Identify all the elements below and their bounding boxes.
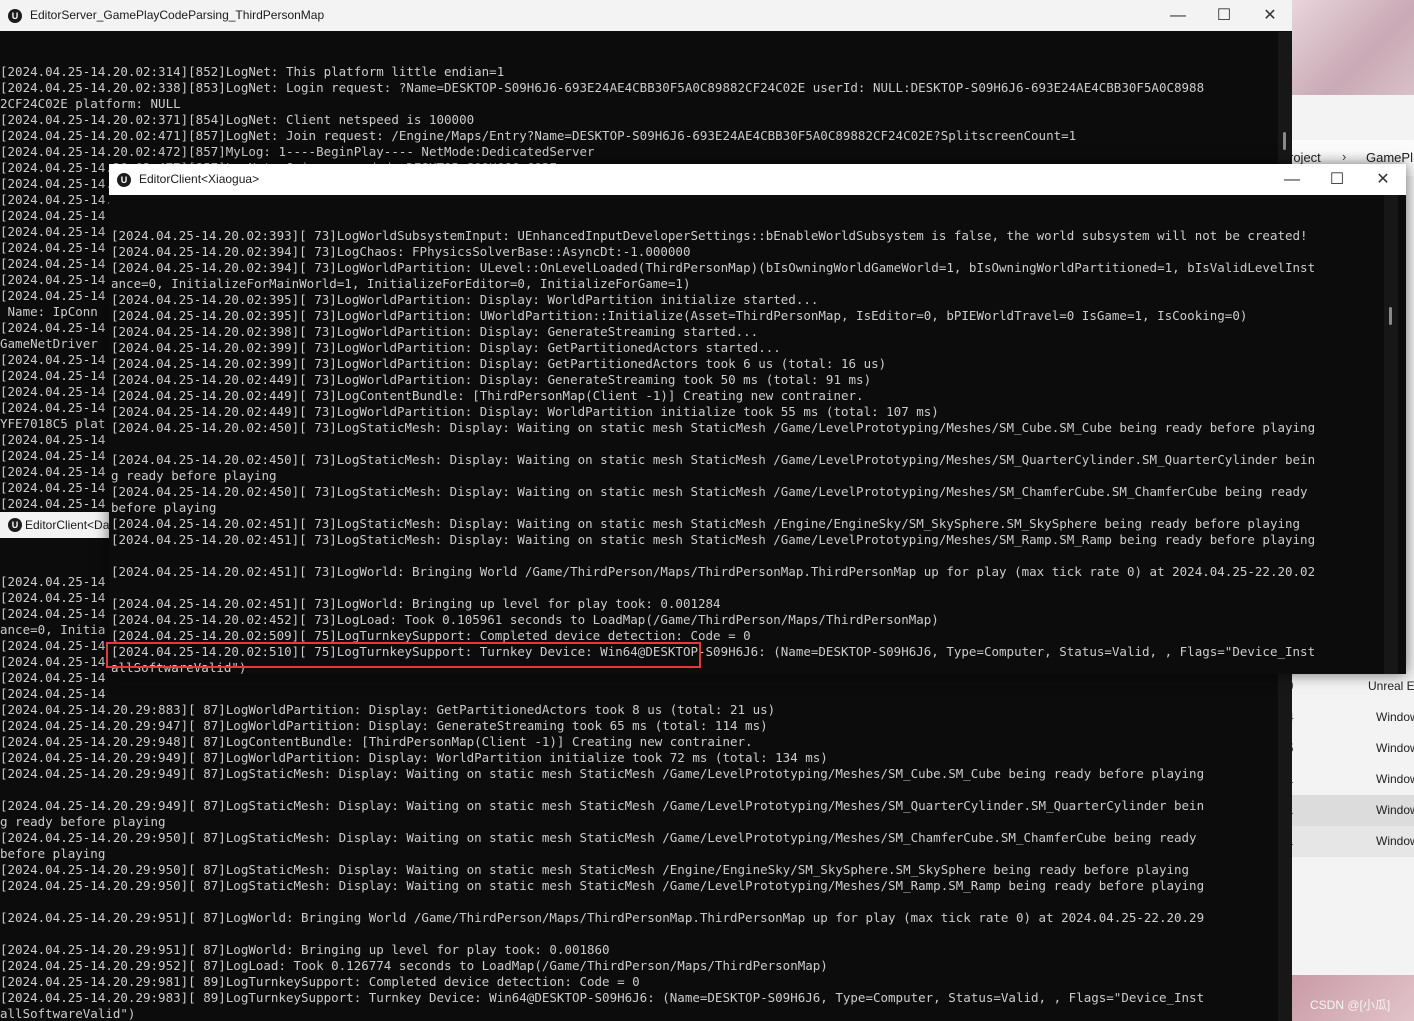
log-line: [2024.04.25-14.20.02:471][857]LogNet: Jo… (0, 128, 1077, 143)
minimize-button[interactable]: — (1155, 0, 1201, 31)
log-line: [2024.04.25-14.20.02:450][ 73]LogStaticM… (111, 484, 1308, 499)
list-item-selected[interactable]: 1Windows 拼 (1287, 795, 1414, 826)
unreal-logo-icon: U (117, 173, 131, 187)
log-line: [2024.04.25-14.20.02:394][ 73]LogWorldPa… (111, 260, 1316, 275)
list-item[interactable]: 4Windows 拼 (1287, 702, 1414, 733)
client-console-output: [2024.04.25-14.20.02:393][ 73]LogWorldSu… (111, 196, 1388, 674)
log-line: [2024.04.25-14.20.02:451][ 73]LogWorld: … (111, 596, 721, 611)
log-line: [2024.04.25-14.20.29:983][ 89]LogTurnkey… (0, 990, 1205, 1005)
log-line: [2024.04.25-14.20.02:399][ 73]LogWorldPa… (111, 356, 887, 371)
breadcrumb-item-gameplay[interactable]: GamePl (1366, 150, 1413, 165)
log-line: [2024.04.25-14.20.02:398][ 73]LogWorldPa… (111, 324, 759, 339)
log-line: [2024.04.25-14.20.02:449][ 73]LogWorldPa… (111, 404, 939, 419)
log-line: [2024.04.25-14.20.02:450][ 73]LogStaticM… (111, 420, 1316, 435)
log-line: [2024.04.25-14.20.29:950][ 87]LogStaticM… (0, 830, 1197, 845)
file-list: 9Unreal Eng 4Windows 拼 5Windows 拼 1Windo… (1287, 671, 1414, 857)
log-line: allSoftwareValid") (0, 1006, 136, 1021)
log-line: [2024.04.25-14.20.29:949][ 87]LogStaticM… (0, 766, 1205, 781)
log-line: [2024.04.25-14.20.02:393][ 73]LogWorldSu… (111, 228, 1308, 243)
log-line: [2024.04.25-14.20.02:399][ 73]LogWorldPa… (111, 340, 781, 355)
log-line: [2024.04.25-14.20.02:452][ 73]LogLoad: T… (111, 612, 939, 627)
log-line: [2024.04.25-14.20.29:883][ 87]LogWorldPa… (0, 702, 776, 717)
server-window-title: EditorServer_GamePlayCodeParsing_ThirdPe… (30, 8, 325, 22)
log-line: [2024.04.25-14.20.29:981][ 89]LogTurnkey… (0, 974, 640, 989)
log-line: [2024.04.25-14.20.02:338][853]LogNet: Lo… (0, 80, 1205, 95)
log-line: [2024.04.25-14.20.02:395][ 73]LogWorldPa… (111, 308, 1248, 323)
server-titlebar[interactable]: U EditorServer_GamePlayCodeParsing_Third… (0, 0, 1292, 31)
log-line: g ready before playing (0, 814, 166, 829)
unreal-logo-icon: U (8, 9, 22, 23)
maximize-button[interactable]: ☐ (1201, 0, 1247, 31)
log-line: g ready before playing (111, 468, 277, 483)
log-line: ance=0, InitializeForMainWorld=1, Initia… (111, 276, 691, 291)
log-line: before playing (0, 846, 106, 861)
log-line: [2024.04.25-14 (0, 686, 106, 701)
log-line: [2024.04.25-14.20.02:451][ 73]LogWorld: … (111, 564, 1316, 579)
log-line: [2024.04.25-14.20.02:449][ 73]LogWorldPa… (111, 372, 872, 387)
log-line: [2024.04.25-14.20.02:371][854]LogNet: Cl… (0, 112, 475, 127)
client-console-window[interactable]: U EditorClient<Xiaogua> — ☐ ✕ [2024.04.2… (109, 164, 1406, 674)
maximize-button[interactable]: ☐ (1314, 164, 1360, 195)
unreal-logo-icon: U (8, 518, 22, 532)
wallpaper-strip (1290, 0, 1414, 95)
log-line: [2024.04.25-14.20.29:948][ 87]LogContent… (0, 734, 753, 749)
log-line: [2024.04.25-14.20.29:952][ 87]LogLoad: T… (0, 958, 828, 973)
log-line: [2024.04.25-14.20.02:451][ 73]LogStaticM… (111, 516, 1301, 531)
log-line: [2024.04.25-14.20.02:394][ 73]LogChaos: … (111, 244, 691, 259)
minimize-button[interactable]: — (1269, 164, 1315, 195)
log-line: [2024.04.25-14.20.29:951][ 87]LogWorld: … (0, 942, 610, 957)
log-line: [2024.04.25-14.20.02:472][857]MyLog: 1--… (0, 144, 595, 159)
log-line: 2CF24C02E platform: NULL (0, 96, 181, 111)
log-line: [2024.04.25-14.20.29:949][ 87]LogWorldPa… (0, 750, 828, 765)
log-line: [2024.04.25-14.20.02:451][ 73]LogStaticM… (111, 532, 1316, 547)
log-line: [2024.04.25-14.20.29:950][ 87]LogStaticM… (0, 862, 1190, 877)
client-scrollbar[interactable] (1384, 195, 1398, 674)
highlight-box (106, 642, 701, 668)
log-line: [2024.04.25-14.20.29:951][ 87]LogWorld: … (0, 910, 1205, 925)
close-button[interactable]: ✕ (1360, 164, 1406, 195)
list-item[interactable]: 9Unreal Eng (1287, 671, 1414, 702)
close-button[interactable]: ✕ (1247, 0, 1292, 31)
client2-window-title: EditorClient<Da (25, 518, 110, 532)
log-line: [2024.04.25-14.20.29:949][ 87]LogStaticM… (0, 798, 1205, 813)
client-window-title: EditorClient<Xiaogua> (139, 172, 260, 186)
server-scroll-thumb[interactable] (1283, 132, 1286, 150)
log-line: [2024.04.25-14.20.02:395][ 73]LogWorldPa… (111, 292, 819, 307)
log-line: [2024.04.25-14.20.02:314][852]LogNet: Th… (0, 64, 505, 79)
log-line: before playing (111, 500, 217, 515)
log-line: [2024.04.25-14.20.29:947][ 87]LogWorldPa… (0, 718, 768, 733)
client-scroll-thumb[interactable] (1389, 307, 1392, 325)
chevron-right-icon: › (1342, 149, 1347, 164)
list-item[interactable]: 1Windows 拼 (1287, 764, 1414, 795)
wallpaper-bottom: CSDN @[小瓜] (1290, 975, 1414, 1021)
log-line: [2024.04.25-14.20.02:450][ 73]LogStaticM… (111, 452, 1316, 467)
watermark: CSDN @[小瓜] (1310, 998, 1391, 1012)
client-titlebar[interactable]: U EditorClient<Xiaogua> — ☐ ✕ (109, 164, 1406, 195)
list-item[interactable]: 1Windows 拼 (1287, 826, 1414, 857)
breadcrumb-item-project[interactable]: roject (1289, 150, 1321, 165)
log-line: [2024.04.25-14.20.29:950][ 87]LogStaticM… (0, 878, 1205, 893)
list-item[interactable]: 5Windows 拼 (1287, 733, 1414, 764)
log-line: [2024.04.25-14.20.02:449][ 73]LogContent… (111, 388, 864, 403)
